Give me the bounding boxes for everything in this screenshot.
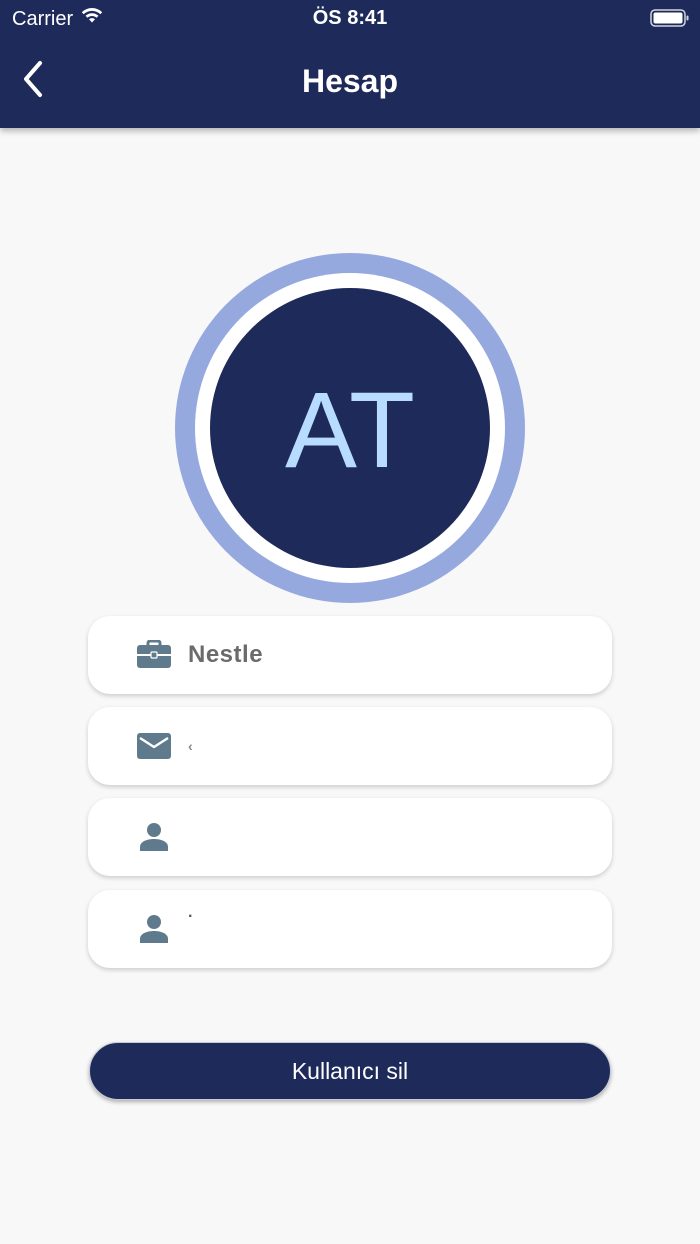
company-field[interactable]: Nestle (88, 616, 612, 694)
last-name-value: · (188, 908, 194, 925)
top-bar: Carrier ÖS 8:41 Hesap (0, 0, 700, 128)
person-icon (134, 817, 174, 857)
first-name-field[interactable] (88, 798, 612, 876)
person-icon (134, 909, 174, 949)
avatar-border: AT (195, 273, 505, 583)
mail-icon (134, 726, 174, 766)
last-name-field[interactable]: · (88, 890, 612, 968)
delete-user-button[interactable]: Kullanıcı sil (89, 1042, 611, 1100)
account-screen: Carrier ÖS 8:41 Hesap AT Nestle ‹ · Kull… (0, 0, 700, 1244)
briefcase-icon (134, 635, 174, 675)
avatar: AT (175, 253, 525, 603)
email-field[interactable]: ‹ (88, 707, 612, 785)
company-value: Nestle (188, 641, 264, 668)
email-value: ‹ (188, 738, 194, 754)
avatar-initials: AT (285, 369, 415, 490)
page-title: Hesap (301, 63, 399, 99)
avatar-circle: AT (210, 288, 490, 568)
status-time: ÖS 8:41 (312, 7, 388, 29)
battery-icon (650, 8, 690, 28)
